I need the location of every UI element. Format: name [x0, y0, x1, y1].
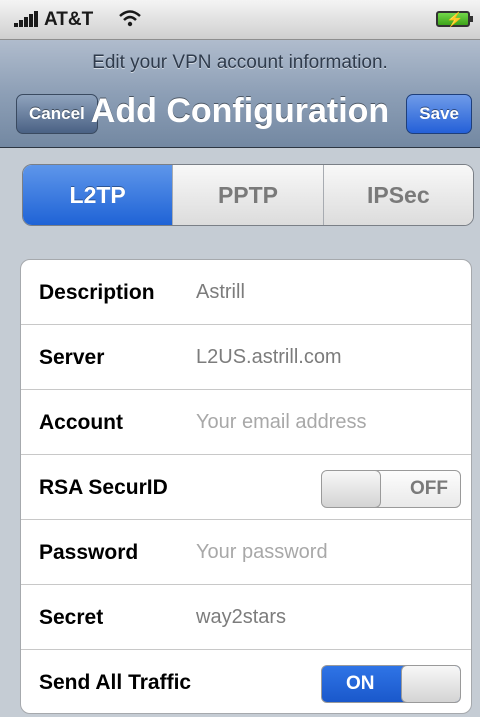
server-field[interactable]: L2US.astrill.com	[196, 325, 342, 390]
rsa-securid-toggle[interactable]: OFF	[321, 470, 461, 508]
server-row[interactable]: Server L2US.astrill.com	[21, 325, 471, 390]
toggle-state-text: ON	[346, 673, 375, 694]
password-field[interactable]: Your password	[196, 520, 328, 585]
account-label: Account	[39, 411, 123, 434]
password-row[interactable]: Password Your password	[21, 520, 471, 585]
send-all-traffic-label: Send All Traffic	[39, 671, 192, 694]
vpn-type-segmented-control: L2TP PPTP IPSec	[22, 164, 474, 226]
description-row[interactable]: Description Astrill	[21, 260, 471, 325]
description-label: Description	[39, 281, 155, 304]
secret-field[interactable]: way2stars	[196, 585, 286, 650]
vpn-settings-table: Description Astrill Server L2US.astrill.…	[20, 259, 472, 714]
carrier-name: AT&T	[44, 9, 94, 30]
secret-row[interactable]: Secret way2stars	[21, 585, 471, 650]
toggle-knob[interactable]	[322, 471, 381, 507]
toggle-state-text: OFF	[410, 478, 448, 499]
signal-strength-icon	[14, 11, 40, 27]
segment-l2tp[interactable]: L2TP	[23, 165, 173, 225]
battery-charging-icon: ⚡	[436, 11, 473, 27]
server-label: Server	[39, 346, 105, 369]
nav-prompt: Edit your VPN account information.	[92, 52, 388, 73]
status-bar: AT&T ⚡	[0, 0, 480, 40]
wifi-icon	[119, 10, 141, 27]
rsa-securid-label: RSA SecurID	[39, 476, 168, 499]
send-all-traffic-toggle[interactable]: ON	[321, 665, 461, 703]
account-field[interactable]: Your email address	[196, 390, 366, 455]
toggle-knob[interactable]	[401, 666, 460, 702]
description-field[interactable]: Astrill	[196, 260, 245, 325]
segment-pptp[interactable]: PPTP	[172, 165, 323, 225]
navigation-bar: Edit your VPN account information. Cance…	[0, 40, 480, 148]
password-label: Password	[39, 541, 139, 564]
rsa-securid-row: RSA SecurID OFF	[21, 455, 471, 520]
save-button[interactable]: Save	[406, 94, 472, 134]
segment-ipsec[interactable]: IPSec	[322, 165, 473, 225]
secret-label: Secret	[39, 606, 104, 629]
account-row[interactable]: Account Your email address	[21, 390, 471, 455]
send-all-traffic-row: Send All Traffic ON	[21, 650, 471, 713]
